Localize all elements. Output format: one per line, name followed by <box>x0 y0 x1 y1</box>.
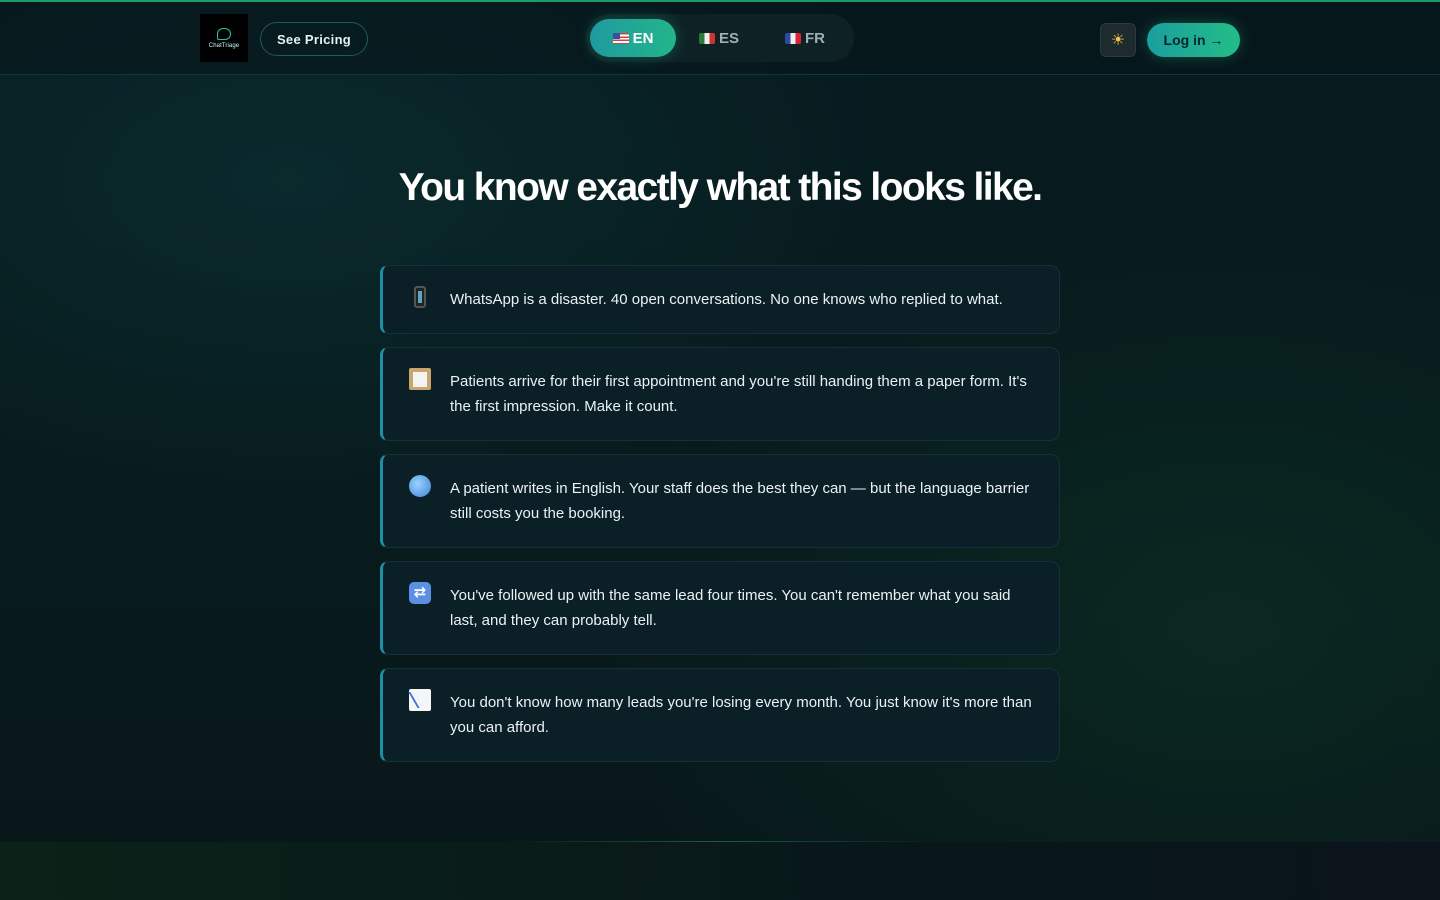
chart-decreasing-icon <box>409 688 431 711</box>
us-flag-icon <box>612 32 629 44</box>
pain-point-card: ⇄ You've followed up with the same lead … <box>380 560 1060 655</box>
pain-point-text: You don't know how many leads you're los… <box>450 693 1032 737</box>
lang-label-fr: FR <box>805 29 825 47</box>
lang-label-es: ES <box>718 29 739 47</box>
pain-point-card: Patients arrive for their first appointm… <box>380 346 1060 441</box>
lang-label-en: EN <box>632 29 654 47</box>
lang-button-fr[interactable]: FR <box>762 19 848 57</box>
globe-icon <box>409 474 431 497</box>
chat-bubble-icon <box>217 27 231 40</box>
language-switcher: EN ES FR <box>586 14 854 62</box>
section-title: You know exactly what this looks like. <box>398 166 1043 209</box>
see-pricing-button[interactable]: See Pricing <box>260 22 368 56</box>
page: ChatTriage See Pricing EN ES FR ☀ Log in… <box>0 0 1440 900</box>
logo-text: ChatTriage <box>208 42 240 49</box>
pain-point-text: Patients arrive for their first appointm… <box>450 372 1027 416</box>
top-nav: ChatTriage See Pricing EN ES FR ☀ Log in… <box>0 2 1440 75</box>
next-section-edge <box>0 842 1440 900</box>
mobile-phone-icon <box>414 286 426 308</box>
repeat-icon: ⇄ <box>409 581 431 604</box>
pain-point-list: WhatsApp is a disaster. 40 open conversa… <box>380 265 1060 775</box>
pain-point-card: WhatsApp is a disaster. 40 open conversa… <box>380 265 1060 334</box>
lang-button-en[interactable]: EN <box>590 19 676 57</box>
sun-icon: ☀ <box>1110 32 1126 49</box>
pain-point-text: You've followed up with the same lead fo… <box>450 586 1011 630</box>
logo[interactable]: ChatTriage <box>200 14 248 62</box>
pain-point-text: WhatsApp is a disaster. 40 open conversa… <box>450 291 1003 308</box>
pain-point-card: You don't know how many leads you're los… <box>380 667 1060 762</box>
clipboard-icon <box>409 367 431 390</box>
pain-point-text: A patient writes in English. Your staff … <box>450 479 1030 523</box>
pain-point-card: A patient writes in English. Your staff … <box>380 453 1060 548</box>
theme-toggle-button[interactable]: ☀ <box>1100 23 1136 57</box>
france-flag-icon <box>785 32 801 44</box>
mexico-flag-icon <box>698 32 715 44</box>
lang-button-es[interactable]: ES <box>676 19 762 57</box>
login-button[interactable]: Log in → <box>1147 23 1240 57</box>
